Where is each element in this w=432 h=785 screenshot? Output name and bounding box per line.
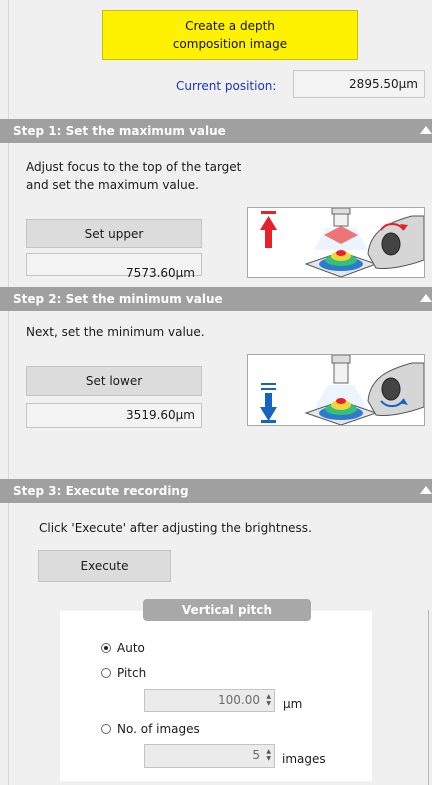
step2-description: Next, set the minimum value. <box>26 325 205 339</box>
panel-left-edge <box>8 0 9 785</box>
collapse-chevron-icon[interactable] <box>420 486 432 494</box>
lower-arrow-icon <box>260 383 277 423</box>
set-lower-label: Set lower <box>85 374 143 388</box>
step1-title: Step 1: Set the maximum value <box>13 124 226 138</box>
radio-pitch-label: Pitch <box>117 666 147 680</box>
images-stepper[interactable]: 5 ▲ ▼ <box>144 744 275 768</box>
images-value: 5 <box>252 748 260 762</box>
step3-title: Step 3: Execute recording <box>13 484 189 498</box>
spin-arrows-icon[interactable]: ▲ ▼ <box>264 693 271 707</box>
radio-auto-label: Auto <box>117 641 145 655</box>
set-upper-illustration <box>247 207 425 278</box>
set-lower-button[interactable]: Set lower <box>26 366 202 396</box>
panel-right-divider <box>428 610 429 785</box>
step1-description: Adjust focus to the top of the target an… <box>26 158 241 194</box>
microscope-lens-icon <box>331 354 351 384</box>
radio-selected-icon[interactable] <box>101 643 111 653</box>
upper-arrow-icon <box>260 211 277 248</box>
radio-unselected-icon[interactable] <box>101 724 111 734</box>
current-position-label: Current position: <box>176 79 277 93</box>
microscope-lens-icon <box>331 207 351 227</box>
create-depth-composition-button[interactable]: Create a depth composition image <box>102 10 358 60</box>
set-upper-button[interactable]: Set upper <box>26 219 202 248</box>
execute-button[interactable]: Execute <box>38 550 171 582</box>
execute-label: Execute <box>80 559 129 573</box>
focus-knob-icon <box>367 215 425 269</box>
step3-description: Click 'Execute' after adjusting the brig… <box>39 521 312 535</box>
collapse-chevron-icon[interactable] <box>420 126 432 134</box>
step1-description-line-2: and set the maximum value. <box>26 178 199 192</box>
pitch-value: 100.00 <box>218 693 260 707</box>
current-position-field: 2895.50μm <box>293 70 425 98</box>
step1-header[interactable]: Step 1: Set the maximum value <box>0 119 432 143</box>
pitch-stepper[interactable]: 100.00 ▲ ▼ <box>144 689 275 712</box>
create-button-line-2: composition image <box>172 37 288 51</box>
collapse-chevron-icon[interactable] <box>420 294 432 302</box>
step1-description-line-1: Adjust focus to the top of the target <box>26 160 242 174</box>
stage-icon <box>304 398 378 426</box>
lower-value-field: 3519.60μm <box>26 403 202 428</box>
focus-knob-icon <box>367 362 425 416</box>
radio-images-label: No. of images <box>117 722 200 736</box>
images-unit: images <box>282 752 326 766</box>
radio-pitch[interactable]: Pitch <box>101 666 146 680</box>
set-upper-label: Set upper <box>84 226 144 241</box>
stage-icon <box>304 250 378 278</box>
create-button-line-1: Create a depth <box>185 19 275 33</box>
spin-arrows-icon[interactable]: ▲ ▼ <box>264 748 271 762</box>
step3-header[interactable]: Step 3: Execute recording <box>0 479 432 503</box>
pitch-unit: μm <box>283 697 303 711</box>
step2-header[interactable]: Step 2: Set the minimum value <box>0 287 432 311</box>
radio-images[interactable]: No. of images <box>101 722 200 736</box>
upper-value: 7573.60μm <box>126 266 195 280</box>
lower-value: 3519.60μm <box>126 408 195 422</box>
upper-value-field: 7573.60μm <box>26 253 202 280</box>
step2-title: Step 2: Set the minimum value <box>13 292 223 306</box>
radio-auto[interactable]: Auto <box>101 641 145 655</box>
radio-unselected-icon[interactable] <box>101 668 111 678</box>
vertical-pitch-title: Vertical pitch <box>143 599 311 621</box>
set-lower-illustration <box>247 354 425 426</box>
